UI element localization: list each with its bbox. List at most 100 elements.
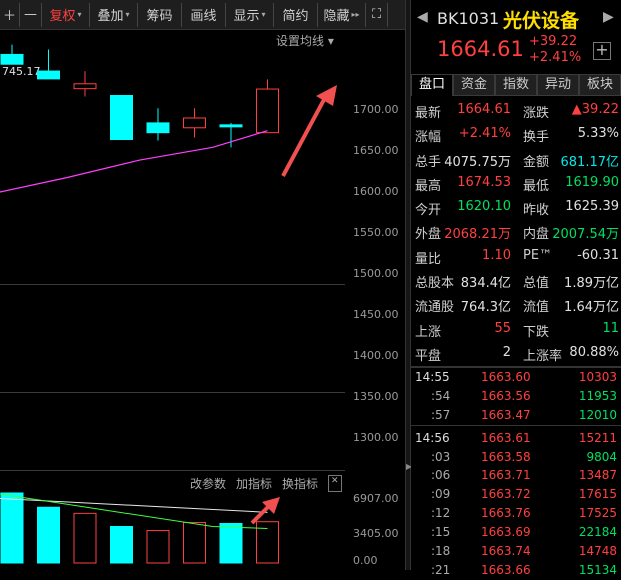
toolbar-button-9[interactable]: ⛶ — [366, 2, 388, 27]
chart-toolbar: ＋ — 复权 ▾ 叠加 ▾ 筹码 画线 显示 ▾ 简约 隐藏 ▸▸ ⛶ — [0, 0, 405, 30]
price-change: +39.22 +2.41% — [529, 34, 581, 66]
quote-label: 涨跌 — [523, 106, 550, 121]
y-tick-label: 1700.00 — [353, 103, 399, 116]
quote-label: 最高 — [415, 178, 442, 194]
volume-tick-label: 0.00 — [353, 554, 378, 567]
toolbar-label: ＋ — [2, 9, 16, 24]
y-tick-label: 1300.00 — [353, 431, 399, 444]
annotation-arrowhead — [316, 85, 337, 106]
tick-time: :09 — [431, 487, 451, 502]
splitter-arrow-icon[interactable]: ▶ — [406, 462, 412, 471]
toolbar-button-2[interactable]: 复权 ▾ — [42, 2, 90, 27]
y-tick-label: 1400.00 — [353, 349, 399, 362]
ma-line — [0, 130, 268, 193]
quote-label: PE™ — [523, 247, 553, 263]
tick-volume: 17525 — [578, 506, 617, 521]
y-tick-label: 1500.00 — [353, 267, 399, 280]
tick-row: :12 1663.76 17525 — [411, 504, 621, 523]
dropdown-caret-icon: ▾ — [77, 10, 82, 19]
prev-stock-icon[interactable]: ◀ — [417, 9, 428, 25]
dropdown-caret-icon: ▾ — [261, 10, 266, 19]
y-tick-label: 1450.00 — [353, 308, 399, 321]
chart-area[interactable]: ＋ — 复权 ▾ 叠加 ▾ 筹码 画线 显示 ▾ 简约 隐藏 ▸▸ ⛶ 设置均线 ▾ 745.17 改参数… — [0, 0, 405, 570]
tick-row: :18 1663.74 14748 — [411, 542, 621, 561]
volume-bar — [0, 492, 24, 564]
dropdown-caret-icon: ▸▸ — [351, 10, 360, 19]
tick-volume: 11953 — [578, 388, 617, 403]
tick-price: 1663.56 — [481, 388, 531, 403]
tick-row: :57 1663.47 12010 — [411, 406, 621, 425]
quote-label: 最新 — [415, 106, 442, 121]
toolbar-button-1[interactable]: — — [20, 2, 42, 27]
quote-label: 今开 — [415, 203, 442, 219]
tick-time: :06 — [431, 468, 451, 483]
toolbar-label: 显示 — [233, 9, 260, 24]
tick-volume: 10303 — [578, 370, 617, 384]
tick-price: 1663.72 — [481, 487, 531, 502]
quote-value: 764.3亿 — [460, 300, 511, 316]
tick-price: 1663.58 — [481, 449, 531, 464]
quote-label: 金额 — [523, 154, 550, 170]
quote-label: 下跌 — [523, 324, 550, 340]
tab-0[interactable]: 盘口 — [411, 74, 453, 96]
quote-value: +2.41% — [458, 126, 511, 142]
quote-label: 量比 — [415, 251, 442, 267]
quote-value: 1625.39 — [565, 199, 619, 215]
tick-volume: 13487 — [578, 468, 617, 483]
tab-3[interactable]: 异动 — [537, 74, 579, 96]
next-stock-icon[interactable]: ▶ — [603, 9, 614, 25]
kline-panel[interactable]: 745.17 — [0, 30, 345, 470]
y-tick-label: 1650.00 — [353, 144, 399, 157]
annotation-arrow — [281, 93, 329, 177]
toolbar-button-4[interactable]: 筹码 — [138, 2, 182, 27]
toolbar-button-8[interactable]: 隐藏 ▸▸ — [318, 2, 366, 27]
tick-price: 1663.47 — [481, 407, 531, 422]
toolbar-button-5[interactable]: 画线 — [182, 2, 226, 27]
toolbar-label: 叠加 — [97, 9, 124, 24]
tick-row: :09 1663.72 17615 — [411, 485, 621, 504]
add-watchlist-button[interactable]: + — [593, 42, 611, 60]
tick-volume: 14748 — [578, 544, 617, 559]
tab-1[interactable]: 资金 — [453, 74, 495, 96]
tab-4[interactable]: 板块 — [579, 74, 621, 96]
tick-row: 14:56 1663.61 15211 — [411, 429, 621, 448]
quote-panel: ◀ BK1031 光伏设备 ▶ 1664.61 +39.22 +2.41% + … — [411, 0, 621, 577]
tick-row: :03 1663.58 9804 — [411, 448, 621, 467]
quote-row: 量比 1.10 PE™ -60.31 — [411, 244, 621, 268]
quote-label: 上涨率 — [523, 348, 563, 364]
quote-label: 上涨 — [415, 324, 442, 340]
candle-body — [146, 122, 170, 134]
tick-price: 1663.61 — [481, 430, 531, 445]
quote-value: 1.10 — [482, 247, 511, 263]
tick-row: :06 1663.71 13487 — [411, 466, 621, 485]
candle-body — [183, 117, 206, 129]
volume-bar — [219, 522, 243, 564]
volume-bar — [37, 506, 60, 564]
quote-row: 流通股 764.3亿 流值 1.64万亿 — [411, 292, 621, 316]
stock-name: 光伏设备 — [503, 10, 580, 32]
y-tick-label: 1550.00 — [353, 226, 399, 239]
toolbar-button-3[interactable]: 叠加 ▾ — [90, 2, 138, 27]
tick-list[interactable]: 14:55 1663.60 10303:54 1663.56 11953:57 1663.… — [411, 368, 621, 580]
tick-row: :54 1663.56 11953 — [411, 387, 621, 406]
toolbar-label: ⛶ — [371, 7, 382, 22]
quote-value: 1619.90 — [565, 174, 619, 190]
volume-bar — [110, 526, 133, 564]
tab-2[interactable]: 指数 — [495, 74, 537, 96]
quote-value: 1.89万亿 — [564, 276, 619, 292]
tick-time: 14:55 — [415, 370, 450, 384]
toolbar-button-6[interactable]: 显示 ▾ — [226, 2, 274, 27]
quote-label: 流值 — [523, 300, 550, 316]
volume-panel[interactable] — [0, 471, 345, 570]
toolbar-button-0[interactable]: ＋ — [0, 2, 20, 27]
quote-row: 涨幅 +2.41% 换手 5.33% — [411, 122, 621, 146]
toolbar-label: 筹码 — [146, 9, 173, 24]
candle-body — [256, 88, 279, 134]
toolbar-label: 画线 — [190, 9, 217, 24]
quote-label: 外盘 — [415, 227, 442, 243]
toolbar-button-7[interactable]: 简约 — [274, 2, 318, 27]
quote-tabs: 盘口 资金 指数 异动 板块 — [411, 74, 621, 96]
high-price-label: 745.17 — [2, 65, 41, 78]
stock-code: BK1031 — [437, 9, 500, 28]
quote-row: 总股本 834.4亿 总值 1.89万亿 — [411, 268, 621, 292]
